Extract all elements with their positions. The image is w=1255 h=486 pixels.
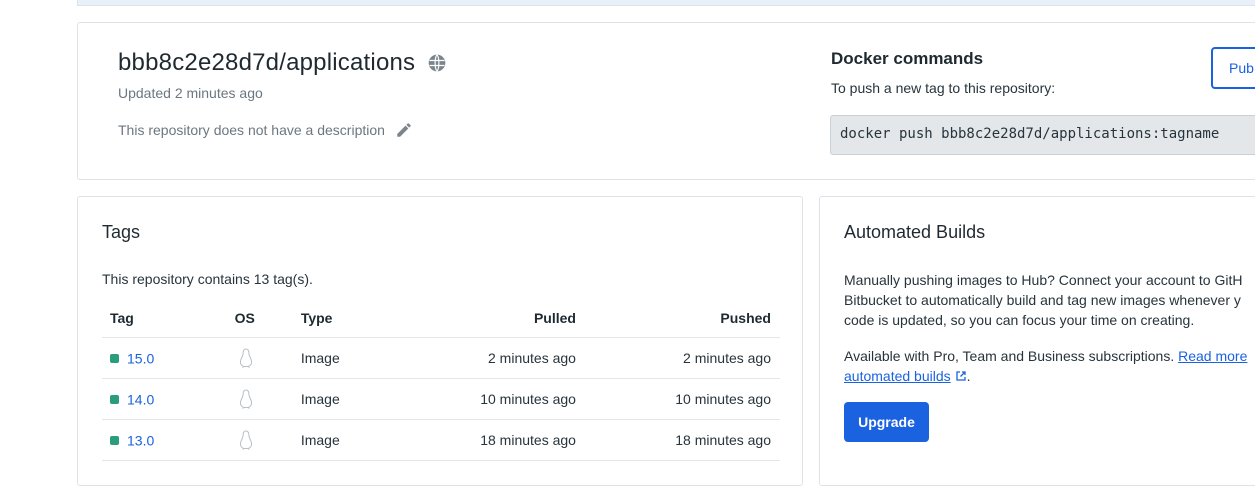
docker-commands-subtitle: To push a new tag to this repository: <box>831 80 1056 96</box>
docker-commands-title: Docker commands <box>831 49 984 68</box>
description-line: code is updated, so you can focus your t… <box>844 312 1195 328</box>
docker-push-command[interactable]: docker push bbb8c2e28d7d/applications:ta… <box>830 115 1255 155</box>
repo-title: bbb8c2e28d7d/applications <box>118 49 416 76</box>
tag-pushed: 10 minutes ago <box>575 378 780 420</box>
globe-icon <box>428 54 446 72</box>
tag-link[interactable]: 15.0 <box>127 350 154 366</box>
pencil-icon[interactable] <box>395 121 413 139</box>
column-header-os: OS <box>213 299 295 338</box>
repository-header-card: bbb8c2e28d7d/applications Updated 2 minu… <box>77 22 1255 180</box>
tag-pulled: 18 minutes ago <box>376 419 576 461</box>
column-header-type: Type <box>294 299 377 338</box>
top-banner-strip <box>77 0 1255 6</box>
period: . <box>966 368 971 384</box>
description-line: Bitbucket to automatically build and tag… <box>844 292 1241 308</box>
linux-icon <box>239 347 252 368</box>
column-header-tag: Tag <box>102 299 214 338</box>
tag-link[interactable]: 13.0 <box>127 432 154 448</box>
subscription-info: Available with Pro, Team and Business su… <box>844 346 1255 386</box>
tag-pulled: 10 minutes ago <box>376 378 576 420</box>
upgrade-button[interactable]: Upgrade <box>844 402 929 442</box>
availability-text: Available with Pro, Team and Business su… <box>844 348 1175 364</box>
linux-icon <box>239 388 252 409</box>
tags-table-header: Tag OS Type Pulled Pushed <box>102 299 780 338</box>
tag-type: Image <box>294 419 377 461</box>
tag-type: Image <box>294 378 377 420</box>
automated-builds-title: Automated Builds <box>844 222 986 242</box>
tags-card: Tags This repository contains 13 tag(s).… <box>77 196 803 486</box>
description-line: Manually pushing images to Hub? Connect … <box>844 272 1243 288</box>
status-dot <box>110 353 119 363</box>
tags-title: Tags <box>102 222 141 242</box>
repo-title-row: bbb8c2e28d7d/applications <box>118 49 447 77</box>
tag-link[interactable]: 14.0 <box>127 391 154 407</box>
tag-type: Image <box>294 337 377 379</box>
table-row: 14.0 Image 10 minutes ago 10 minutes ago <box>102 378 780 420</box>
linux-icon <box>239 429 252 450</box>
status-dot <box>110 394 119 404</box>
column-header-pulled: Pulled <box>376 299 576 338</box>
automated-builds-description: Manually pushing images to Hub? Connect … <box>844 270 1255 330</box>
status-dot <box>110 435 119 445</box>
repo-updated-time: Updated 2 minutes ago <box>118 85 263 101</box>
tag-pushed: 2 minutes ago <box>575 337 780 379</box>
external-link-icon[interactable] <box>955 370 967 382</box>
tag-pulled: 2 minutes ago <box>376 337 576 379</box>
public-view-button[interactable]: Pub <box>1211 47 1255 89</box>
table-row: 13.0 Image 18 minutes ago 18 minutes ago <box>102 419 780 461</box>
tag-pushed: 18 minutes ago <box>575 419 780 461</box>
automated-builds-link[interactable]: automated builds <box>844 368 951 384</box>
repo-description-row: This repository does not have a descript… <box>118 121 413 139</box>
column-header-pushed: Pushed <box>575 299 780 338</box>
table-row: 15.0 Image 2 minutes ago 2 minutes ago <box>102 337 780 379</box>
read-more-link[interactable]: Read more <box>1178 348 1247 364</box>
automated-builds-card: Automated Builds Manually pushing images… <box>819 196 1255 486</box>
tags-table: Tag OS Type Pulled Pushed 15.0 Image 2 m… <box>102 299 780 461</box>
tags-count-text: This repository contains 13 tag(s). <box>102 271 313 287</box>
repo-description: This repository does not have a descript… <box>118 122 385 138</box>
